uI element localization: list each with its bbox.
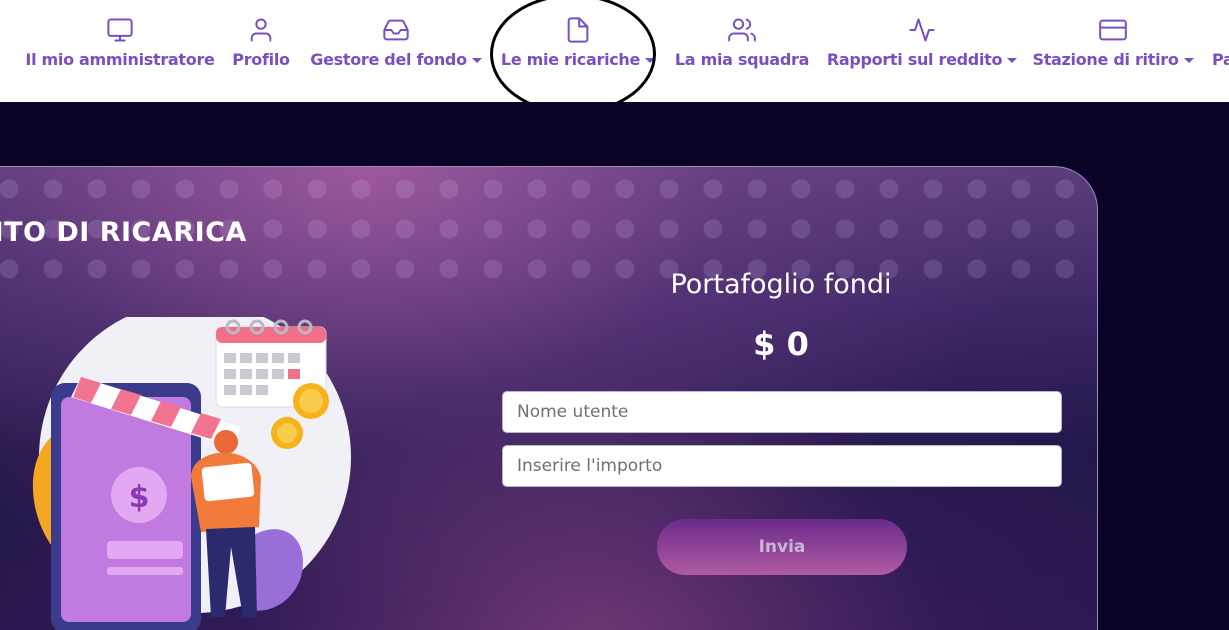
nav-label: La mia squadra	[674, 50, 810, 69]
mobile-payment-illustration: $	[32, 317, 351, 630]
nav-item-withdraw-station[interactable]: Stazione di ritiro	[1032, 14, 1194, 84]
nav-label: Le mie ricariche	[500, 50, 641, 69]
username-input[interactable]	[502, 391, 1062, 433]
monitor-icon	[106, 14, 134, 46]
nav-label: Rapporti sul reddito	[826, 50, 1003, 69]
submit-button[interactable]: Invia	[657, 519, 907, 575]
amount-input[interactable]	[502, 445, 1062, 487]
inbox-icon	[382, 14, 410, 46]
file-icon	[564, 14, 592, 46]
recharge-card: NTO DI RICARICA $ Portafoglio fondi $ 0 …	[0, 166, 1098, 630]
svg-text:$: $	[129, 480, 150, 515]
caret-down-icon	[1007, 58, 1018, 63]
user-icon	[247, 14, 275, 46]
activity-icon	[908, 14, 936, 46]
nav-item-my-recharges[interactable]: Le mie ricariche	[500, 14, 656, 84]
nav-item-profile[interactable]: Profilo	[228, 14, 294, 84]
nav-item-fund-manager[interactable]: Gestore del fondo	[310, 14, 482, 84]
caret-down-icon	[1183, 58, 1194, 63]
nav-label: Profilo	[232, 50, 290, 69]
nav-item-partial[interactable]: Pa	[1212, 14, 1229, 84]
nav-item-admin[interactable]: Il mio amministratore	[25, 14, 215, 84]
top-navigation: Il mio amministratore Profilo Gestore de…	[0, 0, 1229, 102]
wallet-title: Portafoglio fondi	[670, 269, 892, 300]
nav-label: Gestore del fondo	[310, 50, 467, 69]
wallet-balance: $ 0	[753, 325, 809, 363]
nav-item-income-reports[interactable]: Rapporti sul reddito	[826, 14, 1018, 84]
caret-down-icon	[471, 58, 482, 63]
nav-label: Stazione di ritiro	[1032, 50, 1179, 69]
credit-card-icon	[1099, 14, 1127, 46]
nav-label: Pa	[1212, 50, 1229, 69]
users-icon	[728, 14, 756, 46]
nav-item-my-team[interactable]: La mia squadra	[674, 14, 810, 84]
caret-down-icon	[645, 58, 656, 63]
card-title: NTO DI RICARICA	[0, 217, 247, 248]
nav-label: Il mio amministratore	[25, 50, 215, 69]
